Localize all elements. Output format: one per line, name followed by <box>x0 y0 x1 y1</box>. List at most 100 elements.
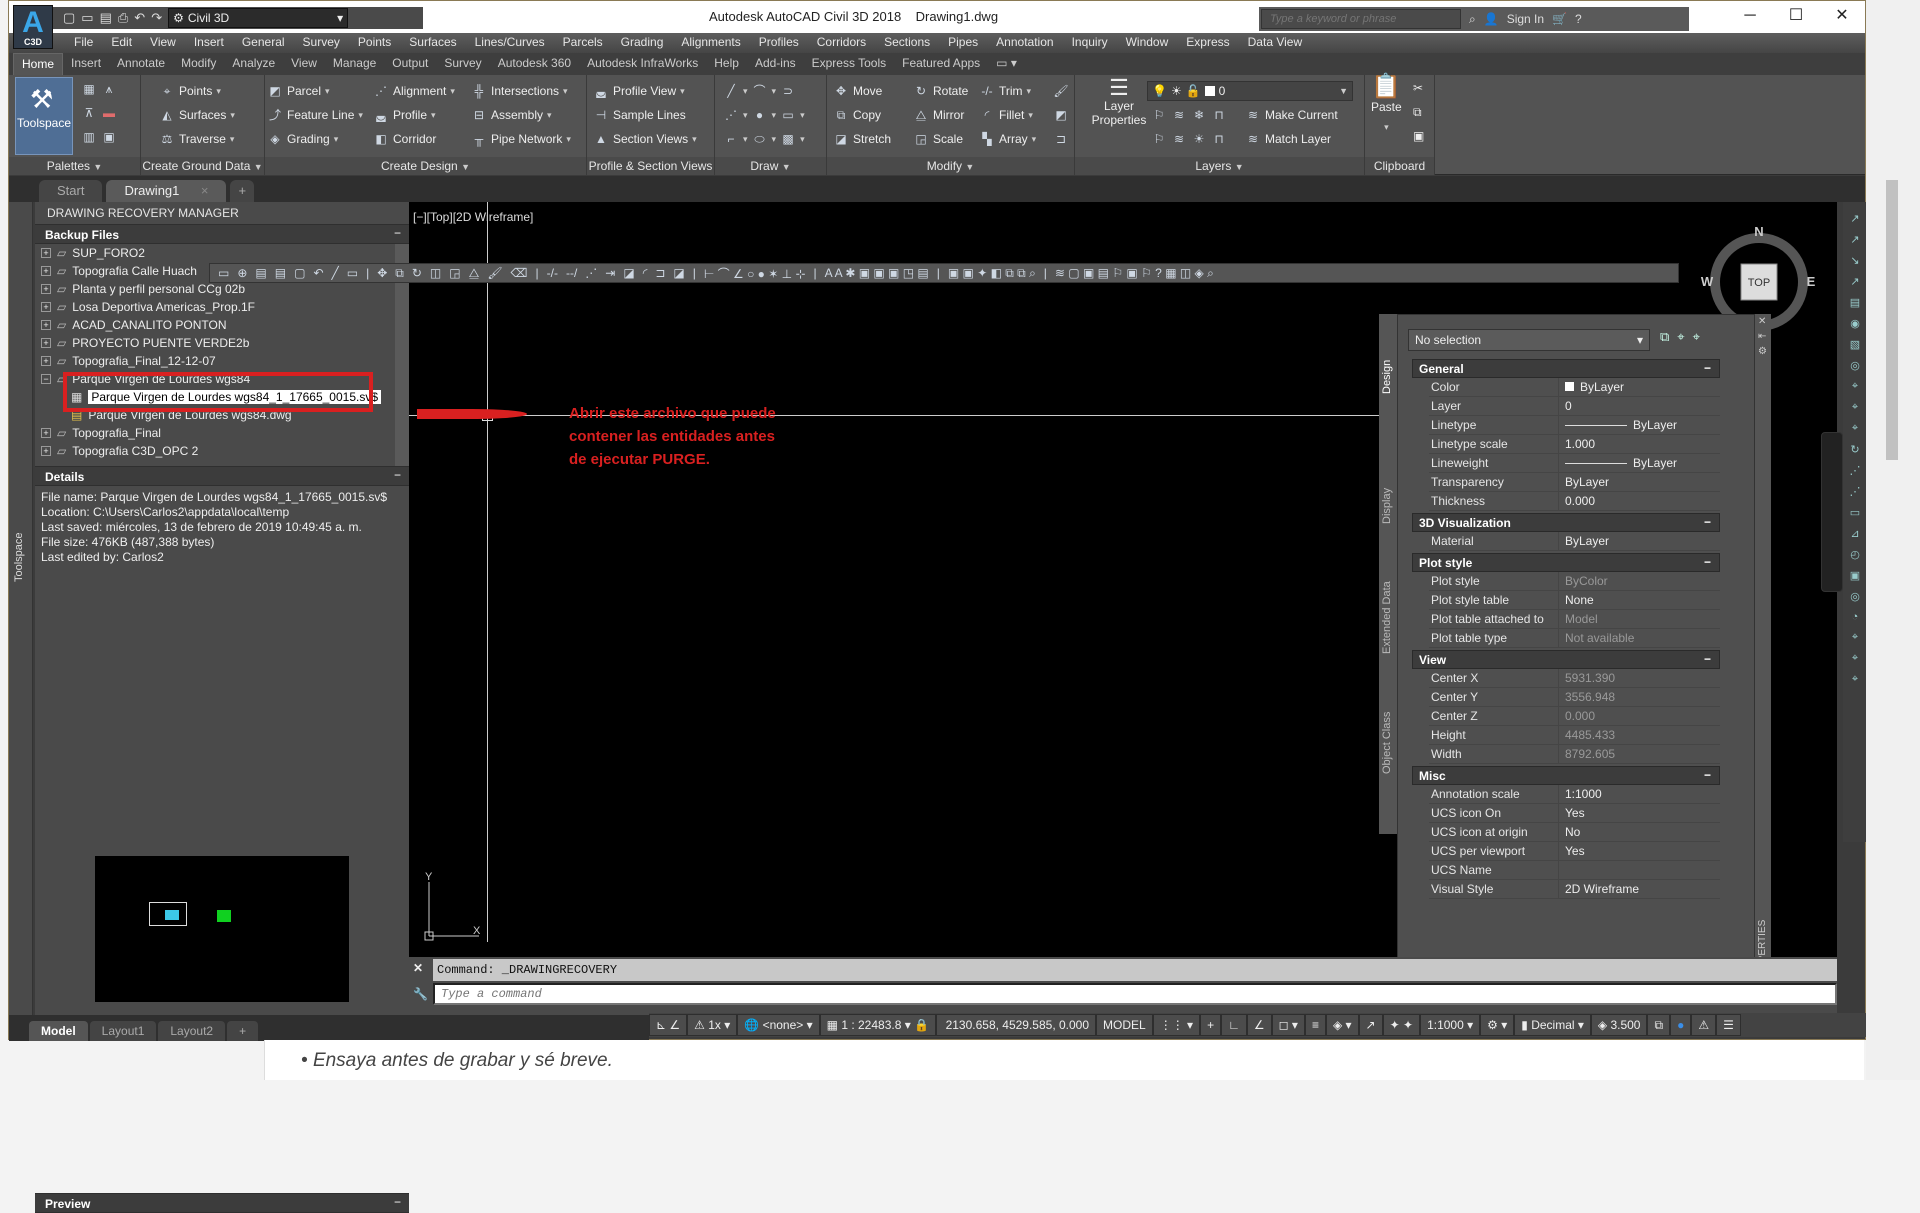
osnap-toggle[interactable]: ◻ ▾ <box>1271 1014 1305 1036</box>
property-value[interactable]: 3556.948 <box>1559 688 1615 706</box>
menu-inquiry[interactable]: Inquiry <box>1063 33 1117 53</box>
profile-view-button[interactable]: ◛ Profile View ▾ <box>593 83 685 99</box>
intersections-button[interactable]: ╬ Intersections ▾ <box>471 83 568 99</box>
menu-insert[interactable]: Insert <box>185 33 233 53</box>
cart-icon[interactable]: 🛒 <box>1552 12 1567 26</box>
fillet-icon[interactable]: ◜ <box>643 266 648 280</box>
maximize-button[interactable]: ☐ <box>1773 1 1819 33</box>
property-value[interactable]: Yes <box>1559 804 1585 822</box>
property-row[interactable]: Plot table type Not available <box>1429 629 1720 648</box>
tab-layout2[interactable]: Layout2 <box>158 1021 226 1041</box>
property-row[interactable]: Layer 0 <box>1429 397 1720 416</box>
dimension-icons[interactable]: ⊢ ⌒ ∠ ○ ● ✶ ⊥ ⊹ <box>704 265 806 282</box>
menu-points[interactable]: Points <box>349 33 400 53</box>
tool-icon[interactable]: ◴ <box>1850 548 1860 561</box>
undo-icon[interactable]: ↶ <box>313 266 323 280</box>
assembly-button[interactable]: ⊟ Assembly ▾ <box>471 107 552 123</box>
backup-folder-item[interactable]: + ▱ ACAD_CANALITO PONTON <box>35 316 409 334</box>
property-value[interactable]: 2D Wireframe <box>1559 880 1639 898</box>
wrench-icon[interactable]: 🔧 <box>413 987 428 1001</box>
tool-icon[interactable]: ↻ <box>1850 443 1859 456</box>
ribbon-tab-manage[interactable]: Manage <box>325 53 384 75</box>
line-icon[interactable]: ╱ <box>723 83 739 99</box>
match-layer-button[interactable]: ≋ Match Layer <box>1245 131 1331 147</box>
rotate-button[interactable]: ↻ Rotate <box>913 83 968 99</box>
extend-icon[interactable]: --/ <box>566 266 577 280</box>
box-icon[interactable]: ▢ <box>294 266 305 280</box>
compass-n[interactable]: N <box>1754 224 1763 239</box>
prospector-icon[interactable]: ▦ ⩚ <box>81 81 117 97</box>
category-misc[interactable]: Misc − <box>1412 766 1720 785</box>
edit-icon[interactable]: ◩ <box>1053 107 1069 123</box>
property-row[interactable]: UCS Name <box>1429 861 1720 880</box>
lineweight-toggle[interactable]: ≡ <box>1304 1014 1326 1036</box>
backup-folder-item[interactable]: + ▱ Topografia_Final <box>35 424 409 442</box>
tool-icon[interactable]: ↗ <box>1850 275 1859 288</box>
category-view[interactable]: View − <box>1412 650 1720 669</box>
paste-button[interactable]: 📋 Paste ▾ <box>1371 75 1402 135</box>
close-button[interactable]: ✕ <box>1819 1 1865 33</box>
viewcube-top[interactable]: TOP <box>1748 277 1770 289</box>
expand-icon[interactable]: + <box>41 320 51 330</box>
select-objects-icon[interactable]: ⌖ <box>1677 329 1684 345</box>
property-row[interactable]: Plot style ByColor <box>1429 572 1720 591</box>
3dosnap-toggle[interactable]: ◈ ▾ <box>1325 1014 1359 1036</box>
make-current-button[interactable]: ≋ Make Current <box>1245 107 1338 123</box>
viewport-scale[interactable]: ▦ 1 : 22483.8 ▾ 🔒 <box>819 1014 937 1036</box>
compass-w[interactable]: W <box>1701 274 1714 289</box>
property-row[interactable]: Linetype scale 1.000 <box>1429 435 1720 454</box>
ribbon-tab-help[interactable]: Help <box>706 53 747 75</box>
tool-icon[interactable]: ◎ <box>1850 359 1860 372</box>
collapse-icon[interactable]: − <box>394 468 401 482</box>
elevation[interactable]: ◈ 3.500 <box>1590 1014 1648 1036</box>
save-icon[interactable]: ▤ <box>100 10 112 26</box>
palette-icon[interactable]: ▥ ▣ <box>81 129 117 145</box>
redo-icon[interactable]: ↷ <box>151 10 162 26</box>
close-command-icon[interactable]: ✕ <box>413 961 423 975</box>
collapse-icon[interactable]: − <box>1704 768 1711 782</box>
property-row[interactable]: UCS per viewport Yes <box>1429 842 1720 861</box>
tool-icon[interactable]: ⌖ <box>1852 422 1858 435</box>
backup-folder-item[interactable]: + ▱ Losa Deportiva Americas_Prop.1F <box>35 298 409 316</box>
mirror-button[interactable]: ⧋ Mirror <box>913 107 965 123</box>
property-row[interactable]: UCS icon at origin No <box>1429 823 1720 842</box>
alignment-button[interactable]: ⋰ Alignment ▾ <box>373 83 455 99</box>
application-menu-button[interactable]: A C3D <box>13 5 53 49</box>
expand-icon[interactable]: + <box>41 428 51 438</box>
scroll-thumb[interactable] <box>1886 180 1898 460</box>
property-row[interactable]: Plot table attached to Model <box>1429 610 1720 629</box>
hardware-accel-icon[interactable]: ● <box>1670 1014 1692 1036</box>
property-value[interactable]: 4485.433 <box>1559 726 1615 744</box>
property-row[interactable]: Color ByLayer <box>1429 378 1720 397</box>
section-views-button[interactable]: ▲ Section Views ▾ <box>593 131 697 147</box>
property-value[interactable]: None <box>1559 591 1594 609</box>
menu-window[interactable]: Window <box>1117 33 1178 53</box>
collapse-icon[interactable]: − <box>1704 652 1711 666</box>
tool-icon[interactable]: ↘ <box>1850 254 1859 267</box>
coord-system[interactable]: 🌐 <none> ▾ <box>737 1014 820 1036</box>
tool-icon[interactable]: ▣ <box>1850 569 1860 582</box>
points-button[interactable]: ⌖ Points ▾ <box>159 83 221 99</box>
layers-panel-title[interactable]: Layers ▼ <box>1075 157 1364 175</box>
backup-folder-item[interactable]: + ▱ Topografia_Final_12-12-07 <box>35 352 409 370</box>
circle-icon[interactable]: ● <box>752 107 768 123</box>
ellipse-icon[interactable]: ⬭ <box>752 131 768 147</box>
new-icon[interactable]: ▢ <box>63 10 75 26</box>
coordinates-readout[interactable]: 2130.658, 4529.585, 0.000 <box>936 1014 1097 1036</box>
annotation-scale[interactable]: 1:1000 ▾ <box>1420 1014 1481 1036</box>
workspace-dropdown[interactable]: ⚙ Civil 3D ▾ <box>168 8 349 28</box>
tool-icon[interactable]: ⋰ <box>1850 464 1861 477</box>
tool-icon[interactable]: ⌖ <box>1852 380 1858 393</box>
tool-icon[interactable]: ▤ <box>1850 296 1860 309</box>
backup-folder-item[interactable]: + ▱ SUP_FORO2 <box>35 244 409 262</box>
chamfer-icon[interactable]: ◪ <box>623 266 634 280</box>
fillet-button[interactable]: ◜ Fillet ▾ <box>979 107 1033 123</box>
property-value[interactable] <box>1559 861 1565 879</box>
property-row[interactable]: Transparency ByLayer <box>1429 473 1720 492</box>
ribbon-tab-output[interactable]: Output <box>384 53 436 75</box>
property-row[interactable]: Center Z 0.000 <box>1429 707 1720 726</box>
add-layout-button[interactable]: + <box>227 1021 259 1041</box>
ribbon-tab-autodesk-360[interactable]: Autodesk 360 <box>490 53 579 75</box>
eraser-icon[interactable]: ⌫ <box>511 266 528 280</box>
category-plot-style[interactable]: Plot style − <box>1412 553 1720 572</box>
